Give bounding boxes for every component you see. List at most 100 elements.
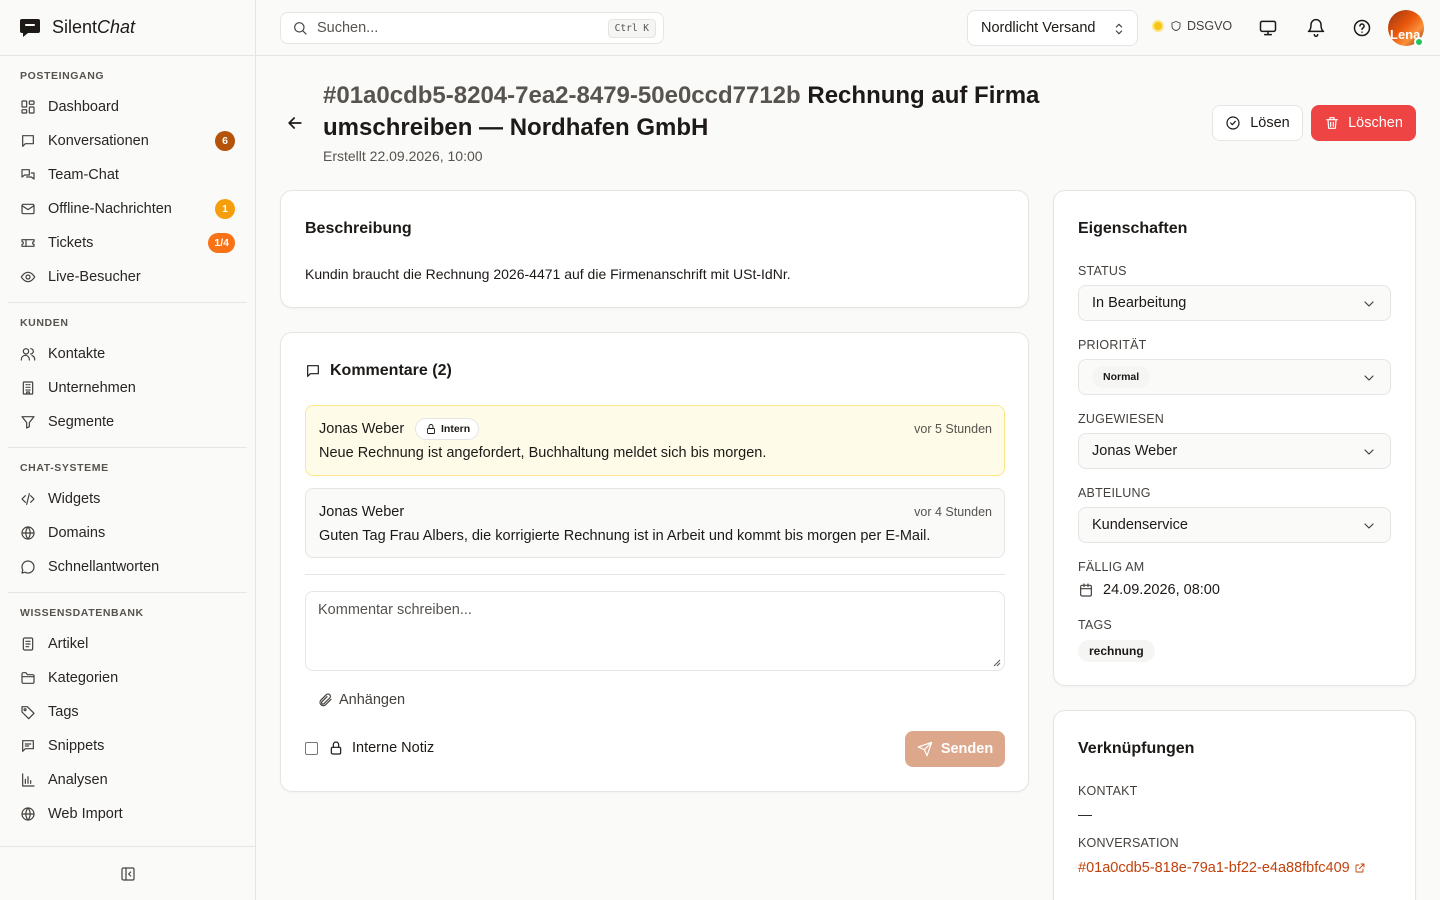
ticket-icon [21, 239, 35, 247]
sidebar-item-label: Kontakte [48, 346, 106, 362]
nav-group: KUNDEN Kontakte Unternehmen Segmente [8, 303, 247, 448]
sidebar-item-team-chat[interactable]: Team-Chat [8, 158, 247, 192]
sidebar-item-label: Tags [48, 704, 79, 720]
assignee-select[interactable]: Jonas Weber [1078, 433, 1391, 469]
users-icon [20, 348, 36, 361]
department-select[interactable]: Kundenservice [1078, 507, 1391, 543]
sidebar-item-snippets[interactable]: Snippets [8, 729, 247, 763]
tag-icon [21, 706, 35, 720]
tag-chip[interactable]: rechnung [1078, 640, 1155, 662]
properties-card: Eigenschaften STATUS In Bearbeitung PRIO… [1053, 190, 1416, 686]
monitor-button[interactable] [1256, 16, 1280, 40]
app-name: SilentChat [52, 17, 136, 37]
search-shortcut: Ctrl K [607, 18, 656, 38]
logo-icon [20, 18, 40, 37]
department-value: Kundenservice [1092, 517, 1188, 533]
internal-badge: Intern [415, 418, 480, 440]
assignee-value: Jonas Weber [1092, 443, 1178, 459]
delete-button[interactable]: Löschen [1311, 105, 1416, 141]
comment-time: vor 5 Stunden [914, 422, 992, 436]
description-card: Beschreibung Kundin braucht die Rechnung… [280, 190, 1029, 308]
search-input[interactable]: Suchen... Ctrl K [280, 12, 664, 44]
notifications-button[interactable] [1304, 16, 1328, 40]
sidebar-item-web-import[interactable]: Web Import [8, 797, 247, 831]
eye-icon [20, 271, 36, 283]
internal-note-toggle[interactable]: Interne Notiz [305, 740, 434, 756]
app-logo[interactable]: SilentChat [0, 0, 255, 56]
filter-icon [21, 416, 35, 429]
team-chat-icon [21, 169, 35, 180]
sidebar-item-dashboard[interactable]: Dashboard [8, 90, 247, 124]
sidebar-item-label: Team-Chat [48, 167, 119, 183]
help-icon [1353, 19, 1371, 37]
dashboard-icon [21, 100, 35, 114]
comment-author: Jonas Weber [319, 504, 405, 520]
check-circle-icon [1226, 116, 1240, 130]
sidebar-item-kategorien[interactable]: Kategorien [8, 661, 247, 695]
sidebar-item-unternehmen[interactable]: Unternehmen [8, 371, 247, 405]
sidebar-item-live-besucher[interactable]: Live-Besucher [8, 260, 247, 294]
organization-name: Nordlicht Versand [981, 20, 1096, 36]
internal-note-checkbox[interactable] [305, 741, 318, 755]
assigned-label: ZUGEWIESEN [1078, 412, 1165, 426]
search-icon [294, 22, 307, 35]
code-icon [21, 493, 35, 505]
send-label: Senden [940, 741, 994, 757]
sidebar-item-domains[interactable]: Domains [8, 516, 247, 550]
sidebar-item-konversationen[interactable]: Konversationen 6 [8, 124, 247, 158]
sidebar-item-label: Artikel [48, 636, 89, 652]
sidebar-item-segmente[interactable]: Segmente [8, 405, 247, 439]
sidebar-item-schnellantworten[interactable]: Schnellantworten [8, 550, 247, 584]
sidebar-item-label: Offline-Nachrichten [48, 201, 172, 217]
organization-select[interactable]: Nordlicht Versand [967, 10, 1138, 46]
due-date[interactable]: 24.09.2026, 08:00 [1078, 582, 1220, 598]
comment-textarea[interactable]: Kommentar schreiben... [305, 591, 1005, 671]
comments-title: Kommentare (2) [330, 362, 452, 379]
snippet-icon [22, 740, 34, 752]
conversation-link[interactable]: #01a0cdb5-818e-79a1-bf22-e4a88fbfc409 [1078, 860, 1366, 876]
online-indicator [1414, 37, 1424, 47]
status-value: In Bearbeitung [1092, 295, 1187, 311]
resize-grip-icon[interactable] [993, 659, 1001, 667]
sidebar-item-kontakte[interactable]: Kontakte [8, 337, 247, 371]
nav-group-title: KUNDEN [20, 317, 69, 329]
contact-value: — [1078, 806, 1092, 822]
sidebar-collapse-button[interactable] [0, 846, 255, 900]
sidebar-item-label: Segmente [48, 414, 115, 430]
sidebar-item-tickets[interactable]: Tickets 1/4 [8, 226, 247, 260]
sidebar-item-artikel[interactable]: Artikel [8, 627, 247, 661]
chevron-down-icon [1364, 523, 1374, 529]
bell-icon [1307, 18, 1325, 38]
delete-label: Löschen [1348, 115, 1403, 131]
back-button[interactable] [285, 113, 307, 135]
sidebar-item-offline-nachrichten[interactable]: Offline-Nachrichten 1 [8, 192, 247, 226]
dsgvo-status[interactable]: DSGVO [1152, 19, 1232, 33]
nav-group: WISSENSDATENBANK Artikel Kategorien Tags Sni… [8, 593, 247, 839]
attach-button[interactable]: Anhängen [317, 692, 405, 708]
status-select[interactable]: In Bearbeitung [1078, 285, 1391, 321]
folder-icon [21, 672, 35, 684]
article-icon [22, 637, 34, 651]
count-badge: 1/4 [208, 233, 235, 253]
tags-label: TAGS [1078, 618, 1112, 632]
resolve-button[interactable]: Lösen [1212, 105, 1303, 141]
created-date: Erstellt 22.09.2026, 10:00 [323, 148, 483, 164]
sidebar-item-label: Widgets [48, 491, 101, 507]
send-button[interactable]: Senden [905, 731, 1005, 767]
count-badge: 6 [215, 131, 235, 151]
description-text: Kundin braucht die Rechnung 2026-4471 au… [305, 266, 791, 282]
calendar-icon [1080, 583, 1092, 597]
sidebar-item-tags[interactable]: Tags [8, 695, 247, 729]
due-value: 24.09.2026, 08:00 [1103, 582, 1220, 598]
priority-select[interactable]: Normal [1078, 359, 1391, 395]
sidebar-item-label: Analysen [48, 772, 108, 788]
chevron-down-icon [1364, 449, 1374, 455]
priority-badge: Normal [1092, 366, 1151, 388]
comment-text: Guten Tag Frau Albers, die korrigierte R… [319, 528, 931, 544]
sidebar-item-analysen[interactable]: Analysen [8, 763, 247, 797]
sidebar-item-label: Schnellantworten [48, 559, 160, 575]
help-button[interactable] [1350, 16, 1374, 40]
sidebar-item-label: Snippets [48, 738, 105, 754]
sidebar-item-widgets[interactable]: Widgets [8, 482, 247, 516]
sidebar-item-label: Konversationen [48, 133, 149, 149]
